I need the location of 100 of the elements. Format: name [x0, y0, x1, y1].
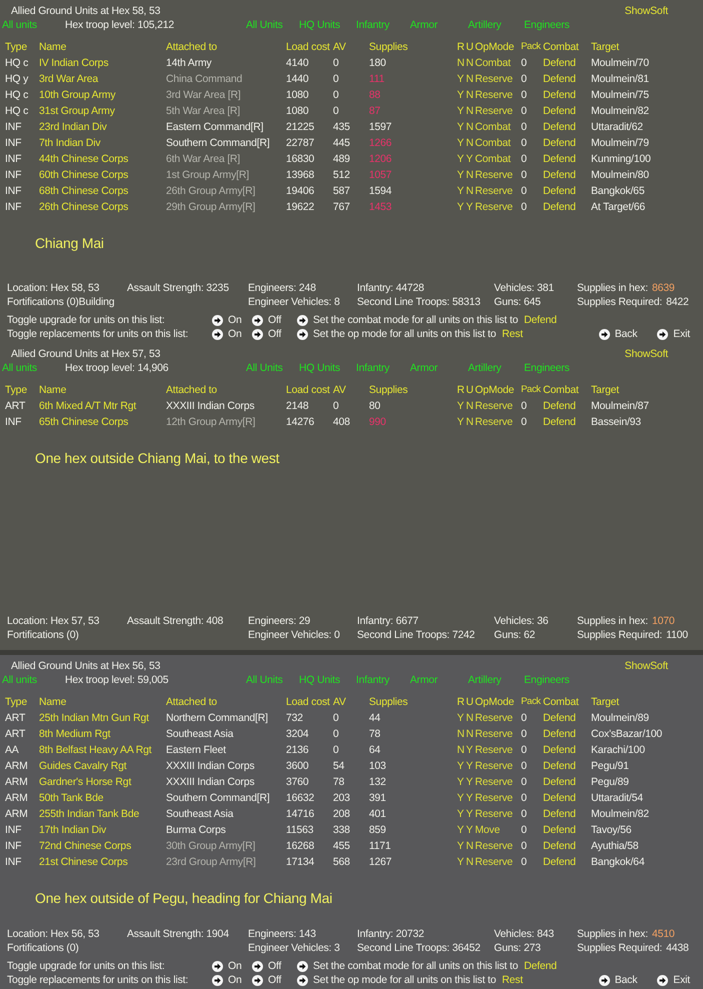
- unit-name[interactable]: 255th Indian Tank Bde: [39, 807, 166, 821]
- all-units-button[interactable]: All units: [2, 18, 65, 32]
- attached-to: 6th War Area [R]: [166, 152, 242, 166]
- unit-name[interactable]: 68th Chinese Corps: [39, 184, 166, 198]
- r-label: Y: [457, 415, 465, 429]
- unit-name[interactable]: 31st Group Army: [39, 104, 166, 118]
- filter-tab[interactable]: Infantry: [356, 673, 410, 687]
- filter-tab[interactable]: Engineers: [524, 18, 594, 32]
- supplies-value: 1206: [369, 152, 393, 166]
- unit-name[interactable]: 25th Indian Mtn Gun Rgt: [39, 711, 166, 725]
- column-header: AV: [333, 40, 347, 54]
- r-label: Y: [457, 823, 465, 837]
- av-value: 0: [333, 727, 340, 741]
- stat-text: Guns: 645: [494, 295, 542, 309]
- set-mode-button[interactable]: Set the combat mode for all units on this list to: [297, 313, 518, 327]
- filter-tab[interactable]: Artillery: [468, 18, 524, 32]
- off-button[interactable]: Off: [252, 327, 297, 341]
- filter-tab[interactable]: All Units: [246, 18, 299, 32]
- load-cost: 3204: [286, 727, 310, 741]
- stat-label: Supplies in hex:: [577, 614, 648, 628]
- unit-name[interactable]: 72nd Chinese Corps: [39, 839, 166, 853]
- stat-text: Second Line Troops: 36452: [357, 941, 482, 955]
- off-button[interactable]: Off: [252, 973, 297, 987]
- unit-name[interactable]: 6th Mixed A/T Mtr Rgt: [39, 399, 166, 413]
- load-cost: 16830: [286, 152, 316, 166]
- filter-tab[interactable]: Armor: [410, 361, 468, 375]
- off-button[interactable]: Off: [252, 313, 297, 327]
- off-button[interactable]: Off: [252, 959, 297, 973]
- column-header: Combat: [543, 383, 580, 397]
- unit-name[interactable]: 3rd War Area: [39, 72, 166, 86]
- stat-text: Fortifications (0): [7, 941, 80, 955]
- show-soft-button[interactable]: ShowSoft: [624, 347, 668, 361]
- unit-name[interactable]: 10th Group Army: [39, 88, 166, 102]
- r-label: Y: [457, 72, 465, 86]
- unit-name[interactable]: 23rd Indian Div: [39, 120, 166, 134]
- unit-name[interactable]: 17th Indian Div: [39, 823, 166, 837]
- filter-tab[interactable]: Artillery: [468, 673, 524, 687]
- unit-name[interactable]: IV Indian Corps: [39, 56, 166, 70]
- unit-name[interactable]: 8th Medium Rgt: [39, 727, 166, 741]
- filter-tab[interactable]: HQ Units: [299, 18, 356, 32]
- filter-tab[interactable]: Engineers: [524, 673, 594, 687]
- column-header: Load cost: [286, 695, 331, 709]
- target-value: Uttaradit/54: [591, 791, 644, 805]
- unit-name[interactable]: 50th Tank Bde: [39, 791, 166, 805]
- set-mode-button[interactable]: Set the op mode for all units on this list to: [297, 327, 496, 341]
- filter-tab[interactable]: Infantry: [356, 361, 410, 375]
- filter-tab[interactable]: All Units: [246, 361, 299, 375]
- filter-tab[interactable]: HQ Units: [299, 673, 356, 687]
- load-cost: 14716: [286, 807, 316, 821]
- load-cost: 16632: [286, 791, 316, 805]
- on-button[interactable]: On: [212, 959, 252, 973]
- filter-tab[interactable]: Infantry: [356, 18, 410, 32]
- unit-name[interactable]: Guides Cavalry Rgt: [39, 759, 166, 773]
- unit-name[interactable]: 7th Indian Div: [39, 136, 166, 150]
- set-mode-button[interactable]: Set the op mode for all units on this list to: [297, 973, 496, 987]
- show-soft-button[interactable]: ShowSoft: [624, 659, 668, 673]
- r-label: Y: [457, 855, 465, 869]
- filter-tab[interactable]: Armor: [410, 673, 468, 687]
- filter-tab[interactable]: All Units: [246, 673, 299, 687]
- pack-value: 0: [521, 56, 528, 70]
- r-label: Y: [457, 136, 465, 150]
- op-mode: Reserve: [475, 72, 514, 86]
- u-label: N: [466, 104, 474, 118]
- op-mode: Reserve: [475, 791, 514, 805]
- unit-type: INF: [5, 839, 22, 853]
- on-button[interactable]: On: [212, 327, 252, 341]
- unit-name[interactable]: 60th Chinese Corps: [39, 168, 166, 182]
- filter-tab[interactable]: Artillery: [468, 361, 524, 375]
- pack-value: 0: [521, 775, 528, 789]
- u-label: Y: [466, 200, 474, 214]
- all-units-button[interactable]: All units: [2, 361, 65, 375]
- pack-value: 0: [521, 120, 528, 134]
- arrow-icon: [598, 328, 610, 340]
- show-soft-button[interactable]: ShowSoft: [624, 4, 668, 18]
- unit-type: HQ y: [5, 72, 30, 86]
- unit-name[interactable]: 26th Chinese Corps: [39, 200, 166, 214]
- on-button[interactable]: On: [212, 973, 252, 987]
- nav-button[interactable]: Back: [598, 327, 638, 341]
- unit-type: INF: [5, 415, 22, 429]
- u-label: Y: [466, 759, 474, 773]
- filter-tab[interactable]: HQ Units: [299, 361, 356, 375]
- unit-name[interactable]: 44th Chinese Corps: [39, 152, 166, 166]
- unit-name[interactable]: Gardner's Horse Rgt: [39, 775, 166, 789]
- nav-button[interactable]: Back: [598, 973, 638, 987]
- pack-value: 0: [521, 415, 528, 429]
- all-units-button[interactable]: All units: [2, 673, 65, 687]
- load-cost: 19622: [286, 200, 316, 214]
- supplies-value: 111: [369, 72, 386, 86]
- supplies-value: 44: [369, 711, 382, 725]
- filter-tab[interactable]: Armor: [410, 18, 468, 32]
- nav-button[interactable]: Exit: [657, 327, 690, 341]
- filter-tab[interactable]: Engineers: [524, 361, 594, 375]
- stat-text: Location: Hex 57, 53: [7, 614, 100, 628]
- on-button[interactable]: On: [212, 313, 252, 327]
- combat-mode: Defend: [543, 759, 577, 773]
- unit-name[interactable]: 8th Belfast Heavy AA Rgt: [39, 743, 166, 757]
- set-mode-button[interactable]: Set the combat mode for all units on this list to: [297, 959, 518, 973]
- nav-button[interactable]: Exit: [657, 973, 690, 987]
- unit-name[interactable]: 21st Chinese Corps: [39, 855, 166, 869]
- unit-name[interactable]: 65th Chinese Corps: [39, 415, 166, 429]
